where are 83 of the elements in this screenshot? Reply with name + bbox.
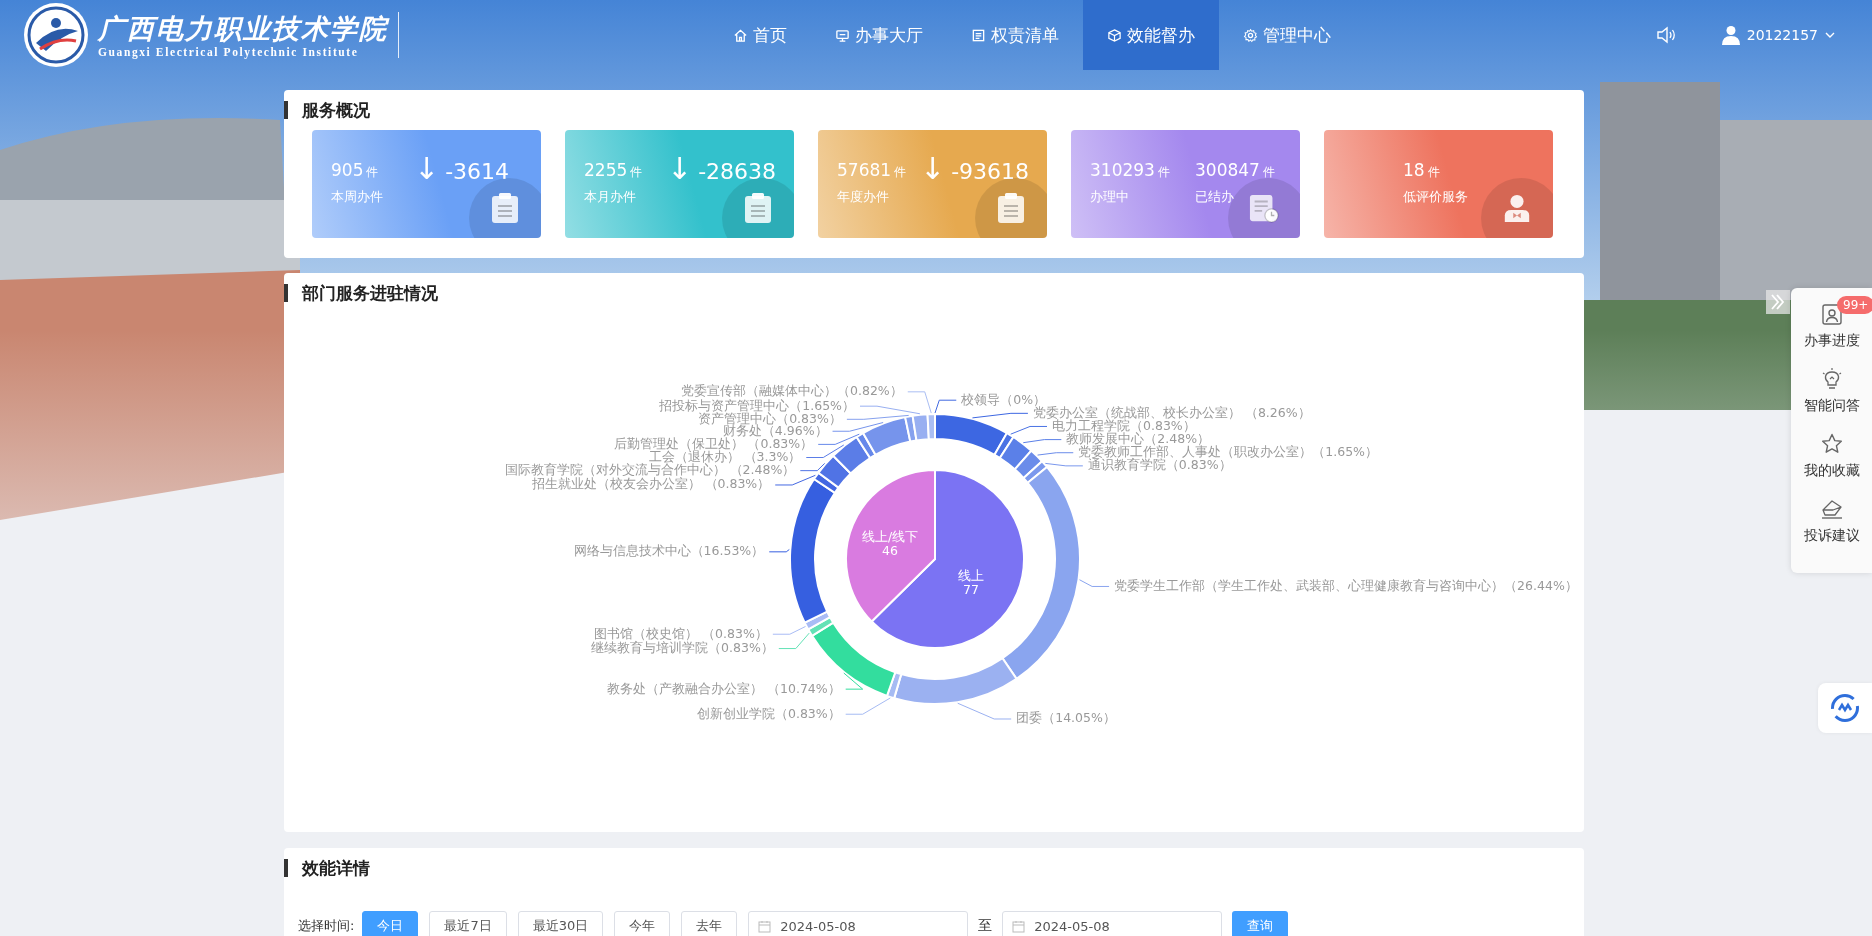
document-icon xyxy=(971,27,986,43)
slice-label: 线上 77 xyxy=(958,568,984,597)
stat-label: 本周办件 xyxy=(331,188,384,206)
slice-label: 党委学生工作部（学生工作处、武装部、心理健康教育与咨询中心）（26.44%） xyxy=(1114,577,1578,593)
leader-line xyxy=(799,462,826,472)
stat-label: 年度办件 xyxy=(837,188,890,206)
count-badge: 99+ xyxy=(1837,296,1872,314)
double-chevron-icon[interactable] xyxy=(1766,290,1790,314)
leader-line xyxy=(805,444,845,458)
leader-line xyxy=(1010,425,1048,435)
emblem-icon xyxy=(22,1,90,69)
time-label: 选择时间: xyxy=(298,917,355,935)
slice-label: 继续教育与培训学院（0.83%） xyxy=(591,640,774,656)
slice-label: 线上/线下 46 xyxy=(861,529,919,558)
stat-value: 2255 件 xyxy=(584,159,644,182)
section-title: 部门服务进驻情况 xyxy=(284,284,438,302)
leader-line xyxy=(934,399,957,414)
calendar-icon xyxy=(1012,920,1026,933)
clipboard-icon xyxy=(743,192,773,224)
slice-label: 教务处（产教融合办公室） （10.74%） xyxy=(607,680,841,696)
leader-line xyxy=(832,422,884,432)
clipboard-icon xyxy=(996,192,1026,224)
date-field[interactable]: 2024-05-08 xyxy=(748,911,969,936)
stat-value: 18 件 xyxy=(1403,159,1441,182)
change-value: ↓ -3614 xyxy=(414,152,510,188)
slice-label: 团委（14.05%） xyxy=(1016,710,1116,726)
slice-label: 国际教育学院（对外交流与合作中心） （2.48%） xyxy=(504,462,796,478)
slice-label: 图书馆（校史馆） （0.83%） xyxy=(594,625,768,641)
leader-line xyxy=(971,412,1029,419)
range-button[interactable]: 最近30日 xyxy=(517,911,604,936)
range-separator: 至 xyxy=(978,917,993,935)
side-panel-item[interactable]: 投诉建议 xyxy=(1791,497,1872,562)
side-panel-item[interactable]: 我的收藏 xyxy=(1791,432,1872,497)
change-value: ↓ -28638 xyxy=(667,152,777,188)
range-button[interactable]: 今年 xyxy=(614,911,671,936)
range-button[interactable]: 最近7日 xyxy=(429,911,507,936)
stat-value: 300847 件 xyxy=(1195,159,1276,182)
stat-value: 905 件 xyxy=(331,159,380,182)
assistant-button[interactable] xyxy=(1818,683,1872,733)
leader-line xyxy=(1044,462,1084,467)
person-icon xyxy=(1502,192,1532,224)
stat-label: 本月办件 xyxy=(584,188,637,206)
nav-tab[interactable]: 效能督办 xyxy=(1083,0,1219,70)
stat-value: 310293 件 xyxy=(1090,159,1171,182)
slice-label: 校领导（0%） xyxy=(961,391,1047,407)
date-field[interactable]: 2024-05-08 xyxy=(1002,911,1223,936)
leader-line xyxy=(845,697,891,715)
school-name-english: Guangxi Electrical Polytechnic Institute xyxy=(98,46,360,58)
slice-label: 工会（退休办） （3.3%） xyxy=(648,449,802,464)
slice-label: 招生就业处（校友会办公室） （0.83%） xyxy=(531,476,771,492)
school-name: 广西电力职业技术学院 xyxy=(98,12,388,46)
change-value: ↓ -93618 xyxy=(920,152,1030,188)
speaker-icon[interactable] xyxy=(1654,24,1677,46)
slice-label: 招投标与资产管理中心（1.65%） xyxy=(659,397,855,413)
monitor-icon xyxy=(835,27,850,43)
stat-label: 办理中 xyxy=(1090,188,1130,206)
slice-label: 党委办公室（统战部、校长办公室） （8.26%） xyxy=(1032,404,1311,420)
leader-line xyxy=(843,672,864,690)
leader-line xyxy=(1079,579,1110,587)
home-icon xyxy=(733,27,748,43)
leader-line xyxy=(768,549,790,553)
leader-line xyxy=(1037,452,1074,456)
side-panel-item[interactable]: 智能问答 xyxy=(1791,367,1872,432)
leader-line xyxy=(957,702,1012,720)
section-title: 效能详情 xyxy=(284,859,370,877)
cube-icon xyxy=(1107,27,1122,43)
star-icon xyxy=(1819,432,1844,456)
gear-icon xyxy=(1243,27,1258,43)
clipboard-icon xyxy=(1819,302,1844,326)
slice-label: 网络与信息技术中心（16.53%） xyxy=(573,543,765,559)
document-clock-icon xyxy=(1249,192,1279,224)
stat-value: 57681 件 xyxy=(837,159,908,182)
clipboard-icon xyxy=(490,192,520,224)
range-button[interactable]: 去年 xyxy=(681,911,738,936)
slice-label: 创新创业学院（0.83%） xyxy=(696,705,841,721)
section-title: 服务概况 xyxy=(284,101,370,119)
slice-label: 党委宣传部（融媒体中心）（0.82%） xyxy=(681,383,903,399)
logo-icon xyxy=(1831,694,1859,722)
stat-label: 已结办 xyxy=(1195,188,1235,206)
stat-label: 低评价服务 xyxy=(1403,188,1469,206)
user-icon xyxy=(1720,25,1741,45)
calendar-icon xyxy=(758,920,772,933)
leader-line xyxy=(1022,439,1062,444)
